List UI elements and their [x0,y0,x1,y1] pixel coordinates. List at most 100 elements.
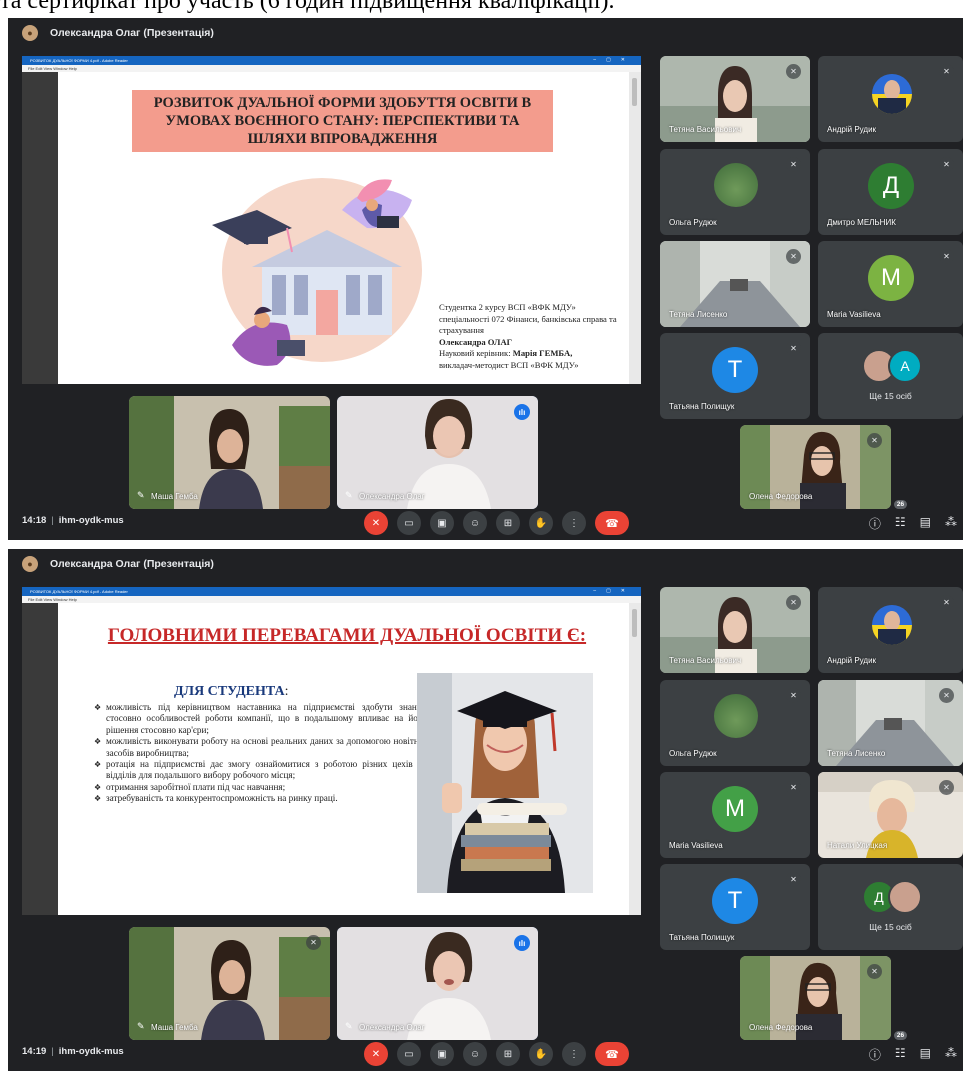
mic-muted-icon: ✕ [786,64,801,79]
more-participants-label: Ще 15 осіб [869,391,912,401]
participant-name: Maria Vasilieva [669,841,723,850]
participant-tile[interactable]: ✕ Тетяна Лисенко [818,680,963,766]
meeting-time-code: 14:18 | ihm-oydk-mus [22,515,124,526]
info-icon[interactable]: ⓘ [869,515,881,532]
present-button[interactable]: ⊞ [496,1042,520,1066]
meeting-code: ihm-oydk-mus [58,515,124,526]
reader-left-panel [22,603,58,915]
mic-off-button[interactable]: ✕ [364,1042,388,1066]
leave-call-button[interactable]: ☎ [595,1042,629,1066]
participant-tile[interactable]: ✕ Андрій Рудик [818,56,963,142]
activities-icon[interactable]: ⁂ [945,515,957,532]
window-menubar[interactable]: File Edit View Window Help [22,596,641,603]
activities-icon[interactable]: ⁂ [945,1046,957,1063]
raise-hand-button[interactable]: ✋ [529,511,553,535]
participant-tile[interactable]: ✎ Маша Гемба [129,396,330,509]
participant-tile[interactable]: ✕ Ольга Рудюк [660,680,810,766]
document-caption: та сертифікат про участь (6 годин підвищ… [0,0,615,14]
mic-muted-icon: ✕ [786,780,801,795]
mic-off-button[interactable]: ✕ [364,511,388,535]
mic-muted-icon: ✕ [786,688,801,703]
call-controls: ✕ ▭ ▣ ☺ ⊞ ✋ ⋮ ☎ [364,1042,629,1066]
pin-icon[interactable]: ✎ [345,490,353,501]
present-button[interactable]: ⊞ [496,511,520,535]
participant-tile[interactable]: M ✕ Maria Vasilieva [660,772,810,858]
participant-name: Олена Федорова [749,492,813,501]
emoji-button[interactable]: ☺ [463,511,487,535]
participant-tile[interactable]: ✕ Тетяна Лисенко [660,241,810,327]
list-item: затребуваність та конкурентоспроможність… [94,793,426,805]
slide-title: ГОЛОВНИМИ ПЕРЕВАГАМИ ДУАЛЬНОЇ ОСВІТИ Є: [107,625,587,646]
supervisor-prefix: Науковий керівник: [439,348,513,359]
participant-tile[interactable]: ✕ Олена Федорова [740,425,891,509]
meeting-controls-bar: 14:18 | ihm-oydk-mus ✕ ▭ ▣ ☺ ⊞ ✋ ⋮ ☎ ⓘ 26 ☷… [8,500,963,540]
chat-icon[interactable]: ▤ [920,515,931,532]
captions-button[interactable]: ▣ [430,1042,454,1066]
meet-screen-2: ● Олександра Олаг (Презентація) РОЗВИТОК… [8,549,963,1071]
participant-tile[interactable]: ✕ Натали Улицкая [818,772,963,858]
more-options-button[interactable]: ⋮ [562,511,586,535]
meeting-side-controls: ⓘ 26 ☷ ▤ ⁂ [869,1031,957,1063]
participant-tile[interactable]: Д ✕ Дмитро МЕЛЬНИК [818,149,963,235]
scrollbar-thumb[interactable] [632,78,637,106]
meeting-controls-bar: 14:19 | ihm-oydk-mus ✕ ▭ ▣ ☺ ⊞ ✋ ⋮ ☎ ⓘ 26 ☷… [8,1031,963,1071]
participant-tile[interactable]: ✕ Ольга Рудюк [660,149,810,235]
student-name: Олександра ОЛАГ [439,336,513,347]
supervisor-name: Марія ГЕМБА, [512,348,573,359]
info-icon[interactable]: ⓘ [869,1046,881,1063]
participant-tile[interactable]: M ✕ Maria Vasilieva [818,241,963,327]
participant-tile[interactable]: T ✕ Татьяна Полищук [660,864,810,950]
reader-scrollbar[interactable] [629,603,641,915]
chat-icon[interactable]: ▤ [920,1046,931,1063]
education-illustration [212,178,422,366]
mic-muted-icon: ✕ [786,157,801,172]
more-participants-tile[interactable]: A Ще 15 осіб [818,333,963,419]
pin-icon[interactable]: ✎ [137,490,145,501]
emoji-button[interactable]: ☺ [463,1042,487,1066]
participant-name: Тетяна Васильович [669,125,742,134]
participant-tile[interactable]: T ✕ Татьяна Полищук [660,333,810,419]
meeting-side-controls: ⓘ 26 ☷ ▤ ⁂ [869,500,957,532]
window-controls-icon[interactable]: –▢✕ [593,587,635,596]
presenter-title: Олександра Олаг (Презентація) [50,558,214,570]
participant-tile[interactable]: ✕ Андрій Рудик [818,587,963,673]
meeting-code: ihm-oydk-mus [58,1046,124,1057]
participant-tile[interactable]: ✕ ✎ Маша Гемба [129,927,330,1040]
participant-tile[interactable]: ✕ Олена Федорова [740,956,891,1040]
more-participants-tile[interactable]: Д Ще 15 осіб [818,864,963,950]
camera-button[interactable]: ▭ [397,1042,421,1066]
presentation-window: РОЗВИТОК ДУАЛЬНОЇ ФОРМИ 4.pdf - Adobe Re… [22,587,641,915]
raise-hand-button[interactable]: ✋ [529,1042,553,1066]
mic-muted-icon: ✕ [867,964,882,979]
window-titlebar: РОЗВИТОК ДУАЛЬНОЇ ФОРМИ 4.pdf - Adobe Re… [22,56,641,65]
pin-icon[interactable]: ✎ [345,1021,353,1032]
scrollbar-thumb[interactable] [632,609,637,637]
leave-call-button[interactable]: ☎ [595,511,629,535]
window-menubar[interactable]: File Edit View Window Help [22,65,641,72]
window-controls-icon[interactable]: –▢✕ [593,56,635,65]
pin-icon[interactable]: ✎ [137,1021,145,1032]
people-button[interactable]: 26 ☷ [893,1031,908,1063]
list-item: можливість під керівництвом наставника н… [94,702,426,736]
participant-tile-speaking[interactable]: ılı ✎ Олександра Олаг [337,927,538,1040]
slide-subtitle: ДЛЯ СТУДЕНТА: [174,684,288,700]
meeting-time: 14:18 [22,515,47,526]
participant-photo [872,605,912,645]
graduate-photo [417,673,593,893]
participant-name: Маша Гемба [151,1023,198,1032]
call-controls: ✕ ▭ ▣ ☺ ⊞ ✋ ⋮ ☎ [364,511,629,535]
participant-tile[interactable]: ✕ Тетяна Васильович [660,587,810,673]
window-title: РОЗВИТОК ДУАЛЬНОЇ ФОРМИ 4.pdf - Adobe Re… [30,589,128,594]
participant-name: Олександра Олаг [359,492,425,501]
participant-name: Ольга Рудюк [669,218,717,227]
participant-avatar: T [712,878,758,924]
reader-scrollbar[interactable] [629,72,641,384]
camera-button[interactable]: ▭ [397,511,421,535]
supervisor-line: Науковий керівник: Марія ГЕМБА, [439,348,627,360]
participant-tile-speaking[interactable]: ılı ✎ Олександра Олаг [337,396,538,509]
people-button[interactable]: 26 ☷ [893,500,908,532]
participant-avatar: M [712,786,758,832]
more-options-button[interactable]: ⋮ [562,1042,586,1066]
participant-tile[interactable]: ✕ Тетяна Васильович [660,56,810,142]
captions-button[interactable]: ▣ [430,511,454,535]
